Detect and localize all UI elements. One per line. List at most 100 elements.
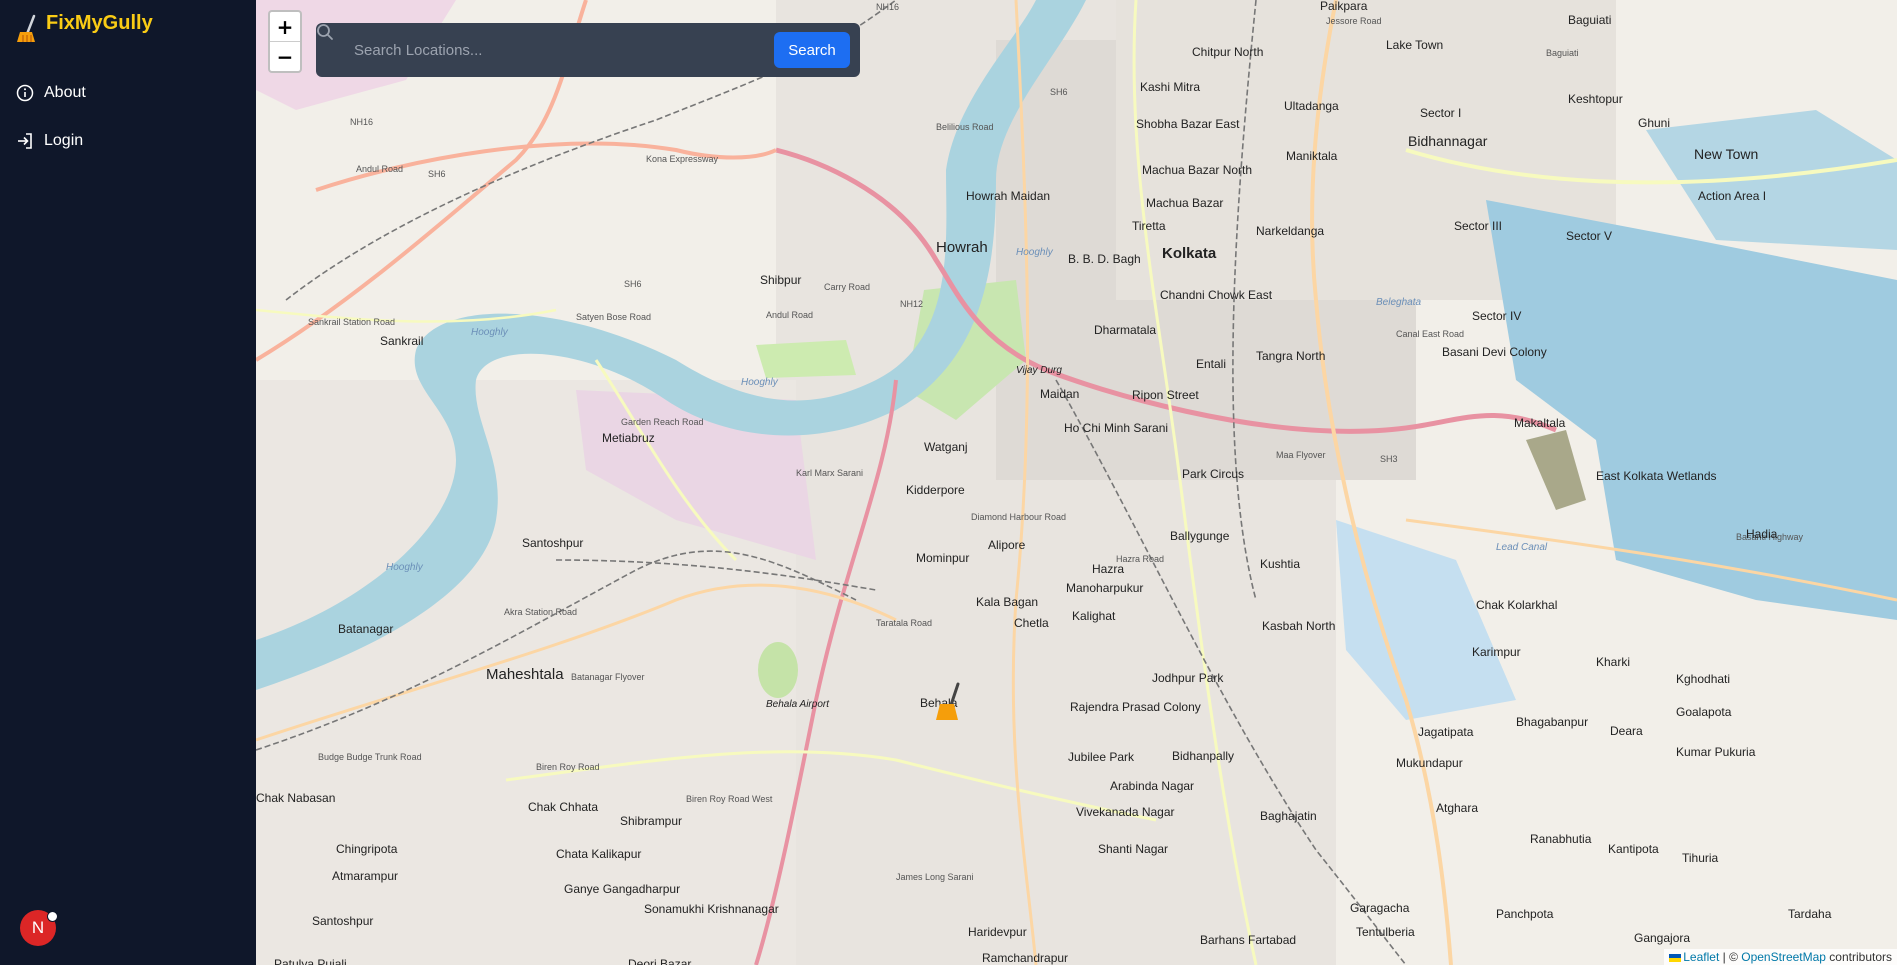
place-label: Alipore (988, 538, 1026, 552)
nav-login-label: Login (44, 132, 84, 149)
place-label: Chitpur North (1192, 45, 1263, 59)
place-label: Kolkata (1162, 245, 1217, 262)
place-label: Mominpur (916, 551, 969, 565)
place-label: Kidderpore (906, 483, 965, 497)
road-label: Taratala Road (876, 618, 932, 628)
place-label: Deara (1610, 724, 1643, 738)
road-label: NH16 (876, 2, 899, 12)
place-label: Rajendra Prasad Colony (1070, 700, 1201, 714)
place-label: Shibrampur (620, 814, 682, 828)
attribution-separator: | © (1719, 950, 1742, 964)
place-label: Sonamukhi Krishnanagar (644, 902, 779, 916)
road-label: NH16 (350, 117, 373, 127)
broom-icon (17, 14, 36, 42)
place-label: Baghajatin (1260, 809, 1317, 823)
water-label: Lead Canal (1496, 542, 1548, 553)
avatar-initial: N (31, 918, 45, 937)
road-label: Satyen Bose Road (576, 312, 651, 322)
place-label: Garagacha (1350, 901, 1410, 915)
brand[interactable]: FixMyGully (14, 12, 153, 42)
road-label: Andul Road (766, 310, 813, 320)
place-label: Howrah (936, 239, 988, 256)
place-label: Chak Kolarkhal (1476, 598, 1557, 612)
place-label: Sector IV (1472, 309, 1521, 323)
place-label: Tardaha (1788, 907, 1832, 921)
place-label: Chandni Chowk East (1160, 288, 1273, 302)
place-label: Chata Kalikapur (556, 847, 641, 861)
place-label: Tiretta (1132, 219, 1166, 233)
map-tiles[interactable]: Hooghly Hooghly Hooghly Hooghly Lead Can… (256, 0, 1897, 965)
water-label: Beleghata (1376, 297, 1421, 308)
place-label: Kalighat (1072, 609, 1116, 623)
place-label: Manoharpukur (1066, 581, 1143, 595)
nav-about[interactable]: About (16, 84, 86, 102)
map[interactable]: Hooghly Hooghly Hooghly Hooghly Lead Can… (256, 0, 1897, 965)
place-label: Jagatipata (1418, 725, 1474, 739)
place-label: Santoshpur (312, 914, 373, 928)
place-label: Basani Devi Colony (1442, 345, 1547, 359)
place-label: Park Circus (1182, 467, 1244, 481)
road-label: Sankrail Station Road (308, 317, 395, 327)
place-label: Santoshpur (522, 536, 583, 550)
place-label: Machua Bazar (1146, 196, 1223, 210)
login-icon (18, 133, 32, 149)
place-label: Tihuria (1682, 851, 1719, 865)
road-label: Biren Roy Road West (686, 794, 773, 804)
place-label: Kghodhati (1676, 672, 1730, 686)
road-label: Batanagar Flyover (571, 672, 645, 682)
road-label: Karl Marx Sarani (796, 468, 863, 478)
road-label: Jessore Road (1326, 16, 1382, 26)
place-label: Tentulberia (1356, 925, 1415, 939)
road-label: Andul Road (356, 164, 403, 174)
place-label: Deori Bazar (628, 957, 691, 965)
place-label: Kasbah North (1262, 619, 1335, 633)
road-label: Biren Roy Road (536, 762, 600, 772)
place-label: B. B. D. Bagh (1068, 252, 1141, 266)
water-label: Hooghly (1016, 247, 1054, 258)
water-label: Hooghly (741, 377, 779, 388)
search-button[interactable]: Search (774, 32, 850, 68)
place-label: Sector V (1566, 229, 1612, 243)
place-label: Machua Bazar North (1142, 163, 1252, 177)
osm-link[interactable]: OpenStreetMap (1741, 950, 1826, 964)
place-label: Atmarampur (332, 869, 398, 883)
app-name: FixMyGully (46, 12, 153, 34)
leaflet-link[interactable]: Leaflet (1683, 950, 1719, 964)
place-label: Shobha Bazar East (1136, 117, 1240, 131)
place-label: Jodhpur Park (1152, 671, 1224, 685)
zoom-control: + − (268, 10, 302, 73)
nav-login[interactable]: Login (16, 132, 83, 150)
road-label: Akra Station Road (504, 607, 577, 617)
place-label: Ramchandrapur (982, 951, 1068, 965)
place-label: Entali (1196, 357, 1226, 371)
place-label: Maidan (1040, 387, 1079, 401)
place-label: Kharki (1596, 655, 1630, 669)
place-label: Kantipota (1608, 842, 1659, 856)
search-input[interactable] (346, 33, 776, 67)
place-label: Chak Nabasan (256, 791, 335, 805)
place-label: Kala Bagan (976, 595, 1038, 609)
place-label: Tangra North (1256, 349, 1325, 363)
place-label: Ho Chi Minh Sarani (1064, 421, 1168, 435)
place-label: Bhagabanpur (1516, 715, 1588, 729)
place-label: Baguiati (1568, 13, 1611, 27)
road-label: Diamond Harbour Road (971, 512, 1066, 522)
place-label: Maheshtala (486, 666, 564, 683)
place-label: Mukundapur (1396, 756, 1463, 770)
place-label: Ghuni (1638, 116, 1670, 130)
place-label: Hadia (1746, 527, 1778, 541)
place-label: Kushtia (1260, 557, 1300, 571)
place-label: Bidhannagar (1408, 133, 1488, 149)
place-label: Chingripota (336, 842, 398, 856)
nav-about-label: About (44, 84, 86, 101)
place-label: Hazra (1092, 562, 1124, 576)
place-label: Patulya Pujali (274, 957, 347, 965)
road-label: Garden Reach Road (621, 417, 704, 427)
place-label: Bidhanpally (1172, 749, 1234, 763)
zoom-out-button[interactable]: − (270, 41, 300, 71)
zoom-in-button[interactable]: + (270, 12, 300, 41)
water-label: Hooghly (386, 562, 424, 573)
search-box: Search (316, 23, 860, 77)
place-label: Karimpur (1472, 645, 1521, 659)
road-label: Belilious Road (936, 122, 994, 132)
